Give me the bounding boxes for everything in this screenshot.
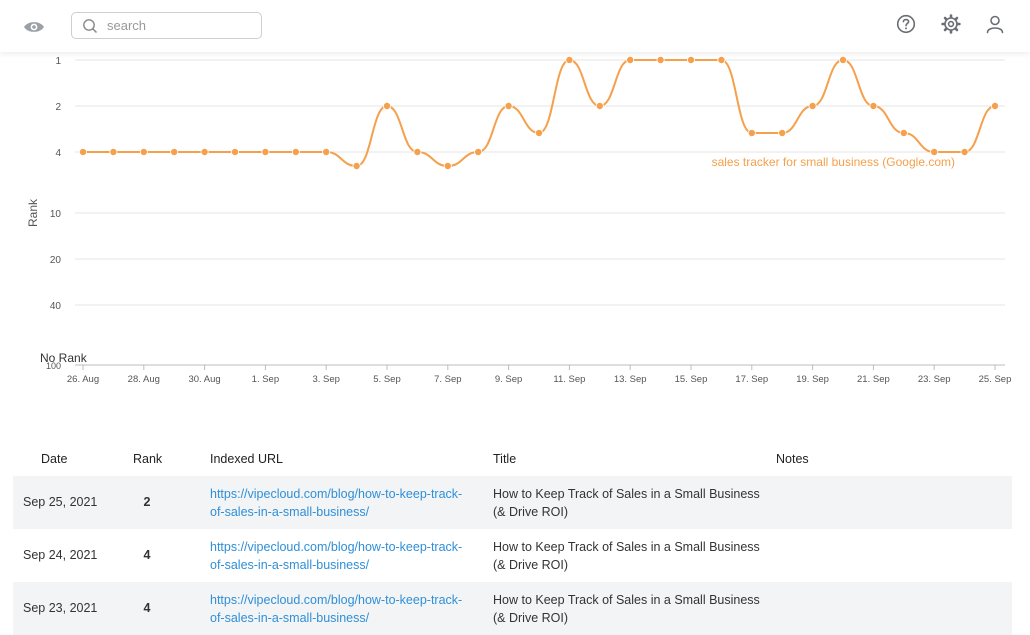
- data-point: [839, 55, 848, 64]
- data-point: [899, 129, 908, 138]
- row-url-link[interactable]: https://vipecloud.com/blog/how-to-keep-t…: [210, 591, 475, 627]
- data-point: [200, 148, 209, 157]
- row-url-link[interactable]: https://vipecloud.com/blog/how-to-keep-t…: [210, 538, 475, 574]
- header-title[interactable]: Title: [493, 452, 516, 466]
- header-date[interactable]: Date: [41, 452, 67, 466]
- y-tick-label: 10: [50, 209, 62, 220]
- y-tick-label: 2: [55, 102, 61, 113]
- x-tick-label: 1. Sep: [252, 374, 279, 385]
- row-title: How to Keep Track of Sales in a Small Bu…: [493, 540, 760, 572]
- data-point: [79, 148, 88, 157]
- row-date: Sep 23, 2021: [23, 601, 98, 615]
- search-icon: [82, 18, 98, 34]
- data-point: [230, 148, 239, 157]
- x-tick-label: 15. Sep: [675, 374, 708, 385]
- rank-chart-svg: 124102040100No RankRank26. Aug 28. Aug 30.…: [26, 55, 1012, 385]
- data-point: [595, 102, 604, 111]
- y-tick-label: 40: [50, 301, 62, 312]
- data-point: [960, 148, 969, 157]
- x-tick-label: 7. Sep: [434, 374, 461, 385]
- x-tick-label: 21. Sep: [857, 374, 890, 385]
- search-input[interactable]: [107, 16, 257, 35]
- no-rank-label: No Rank: [40, 351, 88, 365]
- row-rank: 2: [143, 495, 151, 509]
- row-title: How to Keep Track of Sales in a Small Bu…: [493, 593, 760, 625]
- data-point: [322, 148, 331, 157]
- search-box: [71, 12, 262, 39]
- x-tick-label: 11. Sep: [553, 374, 585, 385]
- data-point: [291, 148, 300, 157]
- x-tick-label: 17. Sep: [735, 374, 768, 385]
- x-tick-label: 30. Aug: [188, 374, 220, 385]
- table-header: Date Rank Indexed URL Title Notes: [13, 445, 1012, 476]
- data-point: [747, 129, 756, 138]
- eye-icon[interactable]: [22, 15, 46, 39]
- data-point: [170, 148, 179, 157]
- data-point: [717, 55, 726, 64]
- data-point: [778, 129, 787, 138]
- row-rank: 4: [143, 548, 151, 562]
- header-indexed-url[interactable]: Indexed URL: [210, 452, 283, 466]
- row-rank: 4: [143, 601, 151, 615]
- data-point: [565, 55, 574, 64]
- row-url-link[interactable]: https://vipecloud.com/blog/how-to-keep-t…: [210, 485, 475, 521]
- data-point: [626, 55, 635, 64]
- data-point: [474, 148, 483, 157]
- header-rank[interactable]: Rank: [133, 452, 162, 466]
- data-point: [687, 55, 696, 64]
- row-title: How to Keep Track of Sales in a Small Bu…: [493, 487, 760, 519]
- user-icon[interactable]: [984, 13, 1006, 35]
- row-date: Sep 24, 2021: [23, 548, 98, 562]
- data-point: [139, 148, 148, 157]
- x-tick-label: 5. Sep: [373, 374, 400, 385]
- y-tick-label: 1: [55, 56, 61, 67]
- x-tick-label: 3. Sep: [312, 374, 339, 385]
- series-label: sales tracker for small business (Google…: [712, 155, 955, 169]
- row-date: Sep 25, 2021: [23, 495, 98, 509]
- data-point: [504, 102, 513, 111]
- help-circle-icon[interactable]: [895, 13, 917, 35]
- rank-history-table: Date Rank Indexed URL Title Notes Sep 25…: [13, 445, 1012, 635]
- x-tick-label: 13. Sep: [614, 374, 647, 385]
- x-tick-label: 28. Aug: [128, 374, 160, 385]
- data-point: [109, 148, 118, 157]
- x-tick-label: 25. Sep: [979, 374, 1012, 385]
- data-point: [382, 102, 391, 111]
- data-point: [991, 102, 1000, 111]
- data-point: [443, 162, 452, 171]
- x-tick-label: 19. Sep: [796, 374, 829, 385]
- x-tick-label: 23. Sep: [918, 374, 951, 385]
- y-axis-label: Rank: [26, 198, 40, 227]
- data-point: [869, 102, 878, 111]
- y-tick-label: 20: [50, 255, 62, 266]
- data-point: [413, 148, 422, 157]
- data-point: [656, 55, 665, 64]
- data-point: [352, 162, 361, 171]
- data-point: [535, 129, 544, 138]
- data-point: [808, 102, 817, 111]
- y-tick-label: 4: [55, 148, 61, 159]
- data-point: [261, 148, 270, 157]
- x-tick-label: 26. Aug: [67, 374, 99, 385]
- table-row: Sep 23, 2021 4 https://vipecloud.com/blo…: [13, 582, 1012, 635]
- x-tick-label: 9. Sep: [495, 374, 522, 385]
- rank-chart: 1 2 4 10 20 40 100 No Rank Rank 26. Aug 28. Aug 30.…: [0, 40, 1030, 400]
- top-bar: [0, 0, 1030, 52]
- table-row: Sep 24, 2021 4 https://vipecloud.com/blo…: [13, 529, 1012, 582]
- series-line: [83, 58, 996, 168]
- table-row: Sep 25, 2021 2 https://vipecloud.com/blo…: [13, 476, 1012, 529]
- gear-icon[interactable]: [940, 13, 962, 35]
- header-notes[interactable]: Notes: [776, 452, 809, 466]
